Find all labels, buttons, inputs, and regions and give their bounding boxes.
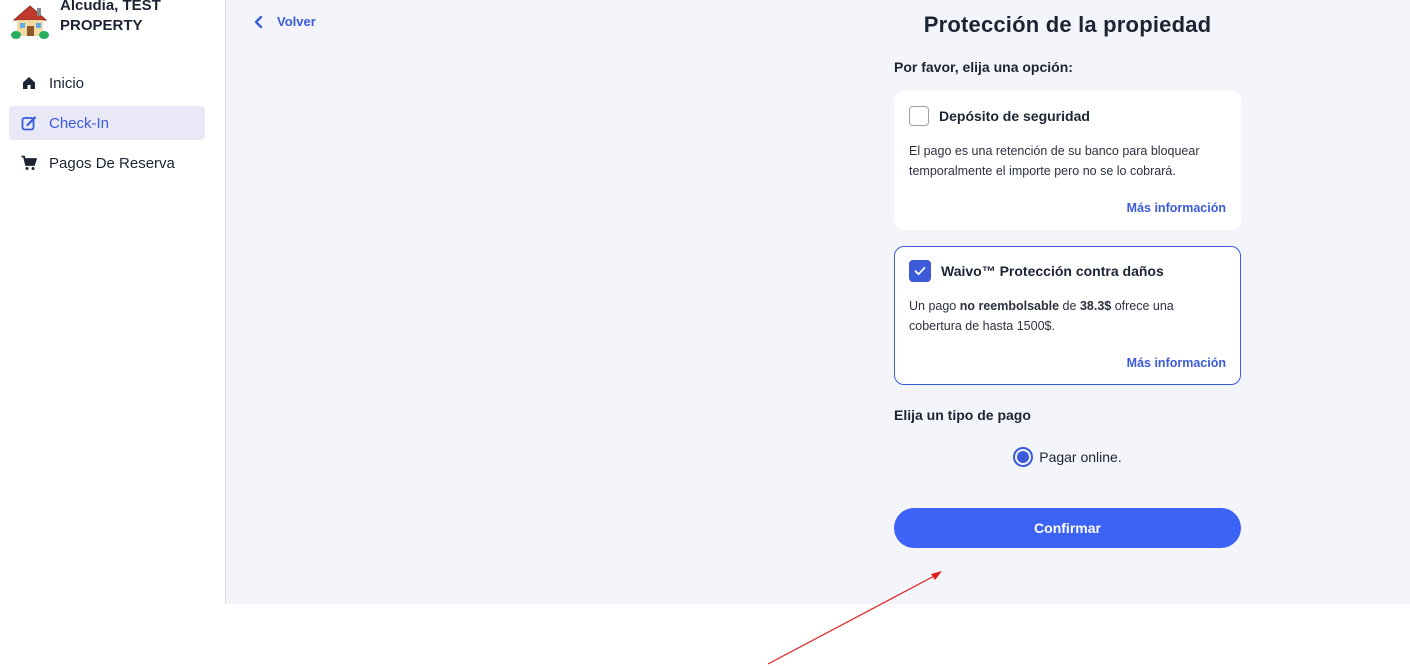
- sidebar-nav: Inicio Check-In Pagos De Reserva: [9, 66, 205, 186]
- app: Alcudia, TEST PROPERTY Inicio Check-In P…: [0, 0, 1410, 604]
- more-info-link[interactable]: Más información: [909, 356, 1226, 370]
- desc-amount: 38.3$: [1079, 299, 1112, 313]
- payment-online-radio[interactable]: [1013, 447, 1034, 467]
- payment-option-online[interactable]: Pagar online.: [894, 447, 1241, 467]
- option-title: Waivo™ Protección contra daños: [941, 263, 1164, 279]
- desc-text: de: [1059, 299, 1080, 313]
- options-subtitle: Por favor, elija una opción:: [894, 59, 1073, 75]
- page-title: Protección de la propiedad: [923, 12, 1212, 37]
- desc-text: Un pago: [909, 299, 960, 313]
- payment-option-label: Pagar online.: [1039, 449, 1122, 465]
- sidebar-item-label: Check-In: [49, 114, 110, 132]
- brand: Alcudia, TEST PROPERTY: [10, 0, 161, 42]
- back-label: Volver: [277, 14, 316, 29]
- sidebar-item-label: Pagos De Reserva: [49, 154, 175, 172]
- confirm-button[interactable]: Confirmar: [894, 508, 1241, 548]
- option-damage-protection[interactable]: Waivo™ Protección contra daños Un pago n…: [894, 246, 1241, 385]
- option-description: El pago es una retención de su banco par…: [909, 144, 1200, 178]
- sidebar-item-label: Inicio: [49, 74, 85, 92]
- chevron-left-icon: [254, 15, 263, 28]
- damage-protection-checkbox[interactable]: [909, 260, 931, 282]
- option-header: Waivo™ Protección contra daños: [909, 260, 1226, 282]
- property-name-line1: Alcudia, TEST: [60, 0, 161, 14]
- payment-type-title: Elija un tipo de pago: [894, 407, 1031, 423]
- annotation-arrow: [767, 571, 942, 665]
- desc-non-refundable: no reembolsable: [959, 299, 1060, 313]
- main-content: Volver Protección de la propiedad Por fa…: [226, 0, 1410, 604]
- sidebar-item-check-in[interactable]: Check-In: [9, 106, 205, 140]
- option-security-deposit[interactable]: Depósito de seguridad El pago es una ret…: [894, 91, 1241, 230]
- sidebar: Alcudia, TEST PROPERTY Inicio Check-In P…: [0, 0, 226, 604]
- sidebar-item-pagos-de-reserva[interactable]: Pagos De Reserva: [9, 146, 205, 180]
- more-info-link[interactable]: Más información: [909, 201, 1226, 215]
- house-icon: [11, 5, 49, 39]
- property-name-line2: PROPERTY: [60, 17, 143, 34]
- option-header: Depósito de seguridad: [909, 105, 1226, 127]
- back-link[interactable]: Volver: [253, 14, 316, 29]
- property-name: Alcudia, TEST PROPERTY: [60, 0, 161, 36]
- check-icon: [914, 266, 926, 276]
- option-description: Un pago no reembolsable de 38.3$ ofrece …: [909, 296, 1226, 336]
- sidebar-item-inicio[interactable]: Inicio: [9, 66, 205, 100]
- home-icon: [21, 75, 37, 91]
- protection-panel: Protección de la propiedad Por favor, el…: [894, 0, 1241, 548]
- radio-dot: [1017, 451, 1030, 463]
- option-title: Depósito de seguridad: [939, 108, 1090, 124]
- edit-icon: [21, 115, 37, 131]
- cart-icon: [21, 155, 37, 171]
- security-deposit-checkbox[interactable]: [909, 106, 929, 126]
